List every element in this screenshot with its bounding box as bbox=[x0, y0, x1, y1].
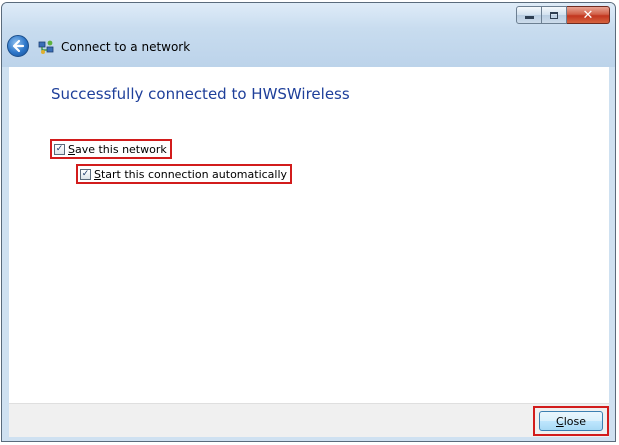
title-bar: ✕ Connect to a network bbox=[2, 3, 615, 67]
back-button[interactable] bbox=[7, 35, 29, 57]
close-icon: ✕ bbox=[582, 7, 594, 23]
connect-network-window: ✕ Connect to a network Successfully conn… bbox=[1, 2, 616, 442]
start-automatically-checkbox[interactable]: ✓ bbox=[80, 168, 91, 180]
caption-buttons: ✕ bbox=[516, 6, 610, 24]
status-heading: Successfully connected to HWSWireless bbox=[51, 85, 350, 103]
start-automatically-label: Start this connection automatically bbox=[94, 167, 288, 181]
command-bar: Close bbox=[9, 403, 609, 437]
close-button-highlight: Close bbox=[533, 406, 609, 436]
save-network-checkbox[interactable]: ✓ bbox=[54, 143, 65, 155]
close-window-button[interactable]: ✕ bbox=[567, 6, 610, 24]
minimize-button[interactable] bbox=[516, 6, 542, 24]
back-arrow-icon bbox=[12, 39, 25, 53]
checkmark-icon: ✓ bbox=[81, 168, 90, 179]
maximize-button[interactable] bbox=[542, 6, 567, 24]
content-pane: Successfully connected to HWSWireless ✓ … bbox=[9, 67, 609, 403]
network-icon bbox=[38, 40, 54, 54]
start-automatically-option[interactable]: ✓ Start this connection automatically bbox=[76, 164, 293, 184]
window-title: Connect to a network bbox=[61, 40, 191, 54]
maximize-icon bbox=[550, 11, 558, 19]
checkmark-icon: ✓ bbox=[55, 143, 64, 154]
save-network-option[interactable]: ✓ Save this network bbox=[50, 139, 172, 159]
save-network-label: Save this network bbox=[68, 142, 167, 156]
minimize-icon bbox=[524, 16, 534, 19]
close-button[interactable]: Close bbox=[539, 411, 603, 431]
